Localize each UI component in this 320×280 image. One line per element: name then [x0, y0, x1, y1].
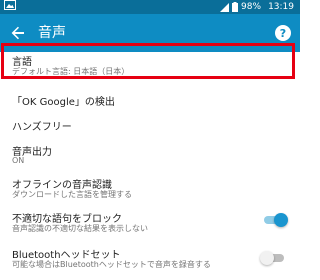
block-offensive-toggle[interactable] — [262, 213, 288, 227]
voice-output-subtitle: ON — [12, 156, 25, 165]
image-notification-icon — [4, 0, 16, 10]
ok-google-detection-setting[interactable]: 「OK Google」の検出 — [0, 85, 300, 111]
block-offensive-words-setting[interactable]: 不適切な語句をブロック 音声認識の不適切な結果を表示しない — [0, 204, 300, 236]
status-bar: 98% 13:19 — [0, 0, 300, 14]
app-bar: 音声 ? — [0, 14, 300, 52]
bluetooth-headset-subtitle: 可能な場合はBluetoothヘッドセットで音声を録音する — [12, 260, 211, 269]
back-arrow-icon[interactable] — [9, 24, 27, 42]
voice-output-setting[interactable]: 音声出力 ON — [0, 137, 300, 167]
battery-percent: 98% — [241, 2, 262, 12]
bluetooth-headset-setting[interactable]: Bluetoothヘッドセット 可能な場合はBluetoothヘッドセットで音声… — [0, 240, 300, 280]
language-setting[interactable]: 言語 デフォルト言語: 日本語（日本） — [0, 52, 300, 82]
toggle-thumb — [274, 213, 288, 227]
signal-icon — [220, 2, 230, 12]
help-icon[interactable]: ? — [274, 24, 292, 42]
battery-icon — [232, 2, 239, 12]
svg-text:?: ? — [280, 27, 286, 40]
hands-free-setting[interactable]: ハンズフリー — [0, 111, 300, 137]
hands-free-title: ハンズフリー — [12, 122, 72, 133]
bluetooth-headset-toggle[interactable] — [260, 251, 286, 265]
ok-google-title: 「OK Google」の検出 — [12, 97, 115, 108]
language-subtitle: デフォルト言語: 日本語（日本） — [12, 67, 130, 76]
page-title: 音声 — [38, 25, 66, 41]
offline-speech-recognition-setting[interactable]: オフラインの音声認識 ダウンロードした言語を管理する — [0, 170, 300, 202]
clock: 13:19 — [268, 2, 294, 12]
block-offensive-subtitle: 音声認識の不適切な結果を表示しない — [12, 224, 148, 233]
offline-speech-subtitle: ダウンロードした言語を管理する — [12, 190, 132, 199]
toggle-thumb — [260, 251, 274, 265]
